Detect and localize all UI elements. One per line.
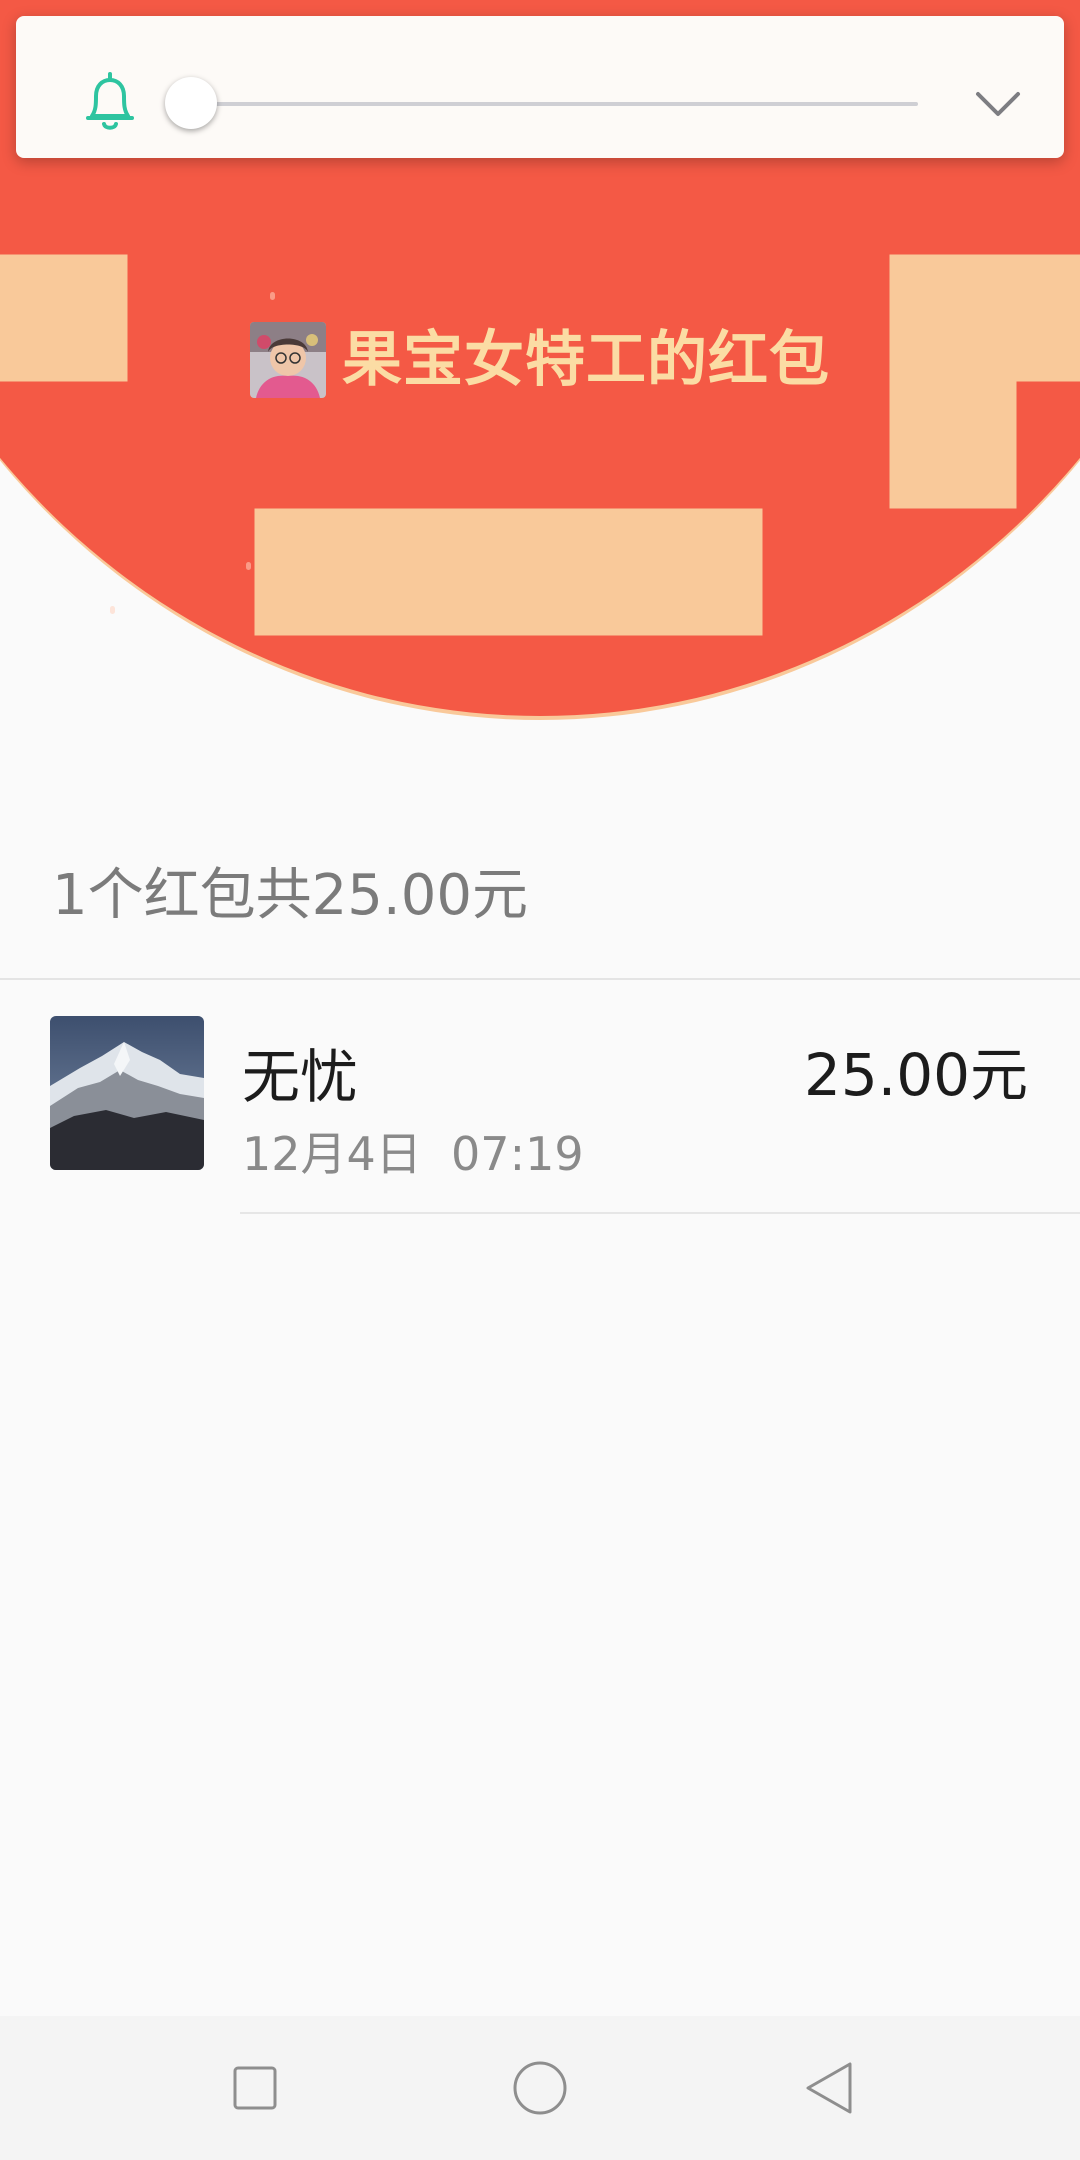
sender-avatar-image xyxy=(250,322,326,398)
receiver-avatar-image xyxy=(50,1016,204,1170)
receiver-list-item[interactable]: 无忧 12月4日 07:19 25.00元 xyxy=(0,980,1080,1214)
navigation-bar xyxy=(0,2016,1080,2160)
decor-speck xyxy=(110,606,115,614)
receive-time: 12月4日 07:19 xyxy=(242,1127,584,1181)
receiver-name: 无忧 xyxy=(242,1043,359,1111)
sender-title: 果宝女特工的红包 xyxy=(342,325,830,395)
receive-amount: 25.00元 xyxy=(803,1041,1028,1109)
packet-summary: 1个红包共25.00元 xyxy=(52,863,528,928)
volume-slider-thumb[interactable] xyxy=(164,77,217,129)
back-button[interactable] xyxy=(790,2048,870,2128)
decor-speck xyxy=(270,292,275,300)
sender-header: 果宝女特工的红包 xyxy=(0,318,1080,402)
home-button[interactable] xyxy=(500,2048,580,2128)
decor-speck xyxy=(246,562,251,570)
receiver-avatar[interactable] xyxy=(50,1016,204,1170)
sender-avatar[interactable] xyxy=(250,322,326,398)
volume-slider[interactable] xyxy=(164,77,918,129)
volume-panel xyxy=(16,16,1064,158)
bell-icon[interactable] xyxy=(68,62,152,146)
recents-button[interactable] xyxy=(215,2048,295,2128)
red-packet-detail-screen: 果宝女特工的红包 1个红包共25.00元 无忧 12月4日 07:19 25.0… xyxy=(0,0,1080,2160)
list-divider xyxy=(240,1212,1080,1214)
chevron-down-icon[interactable] xyxy=(956,66,1040,142)
